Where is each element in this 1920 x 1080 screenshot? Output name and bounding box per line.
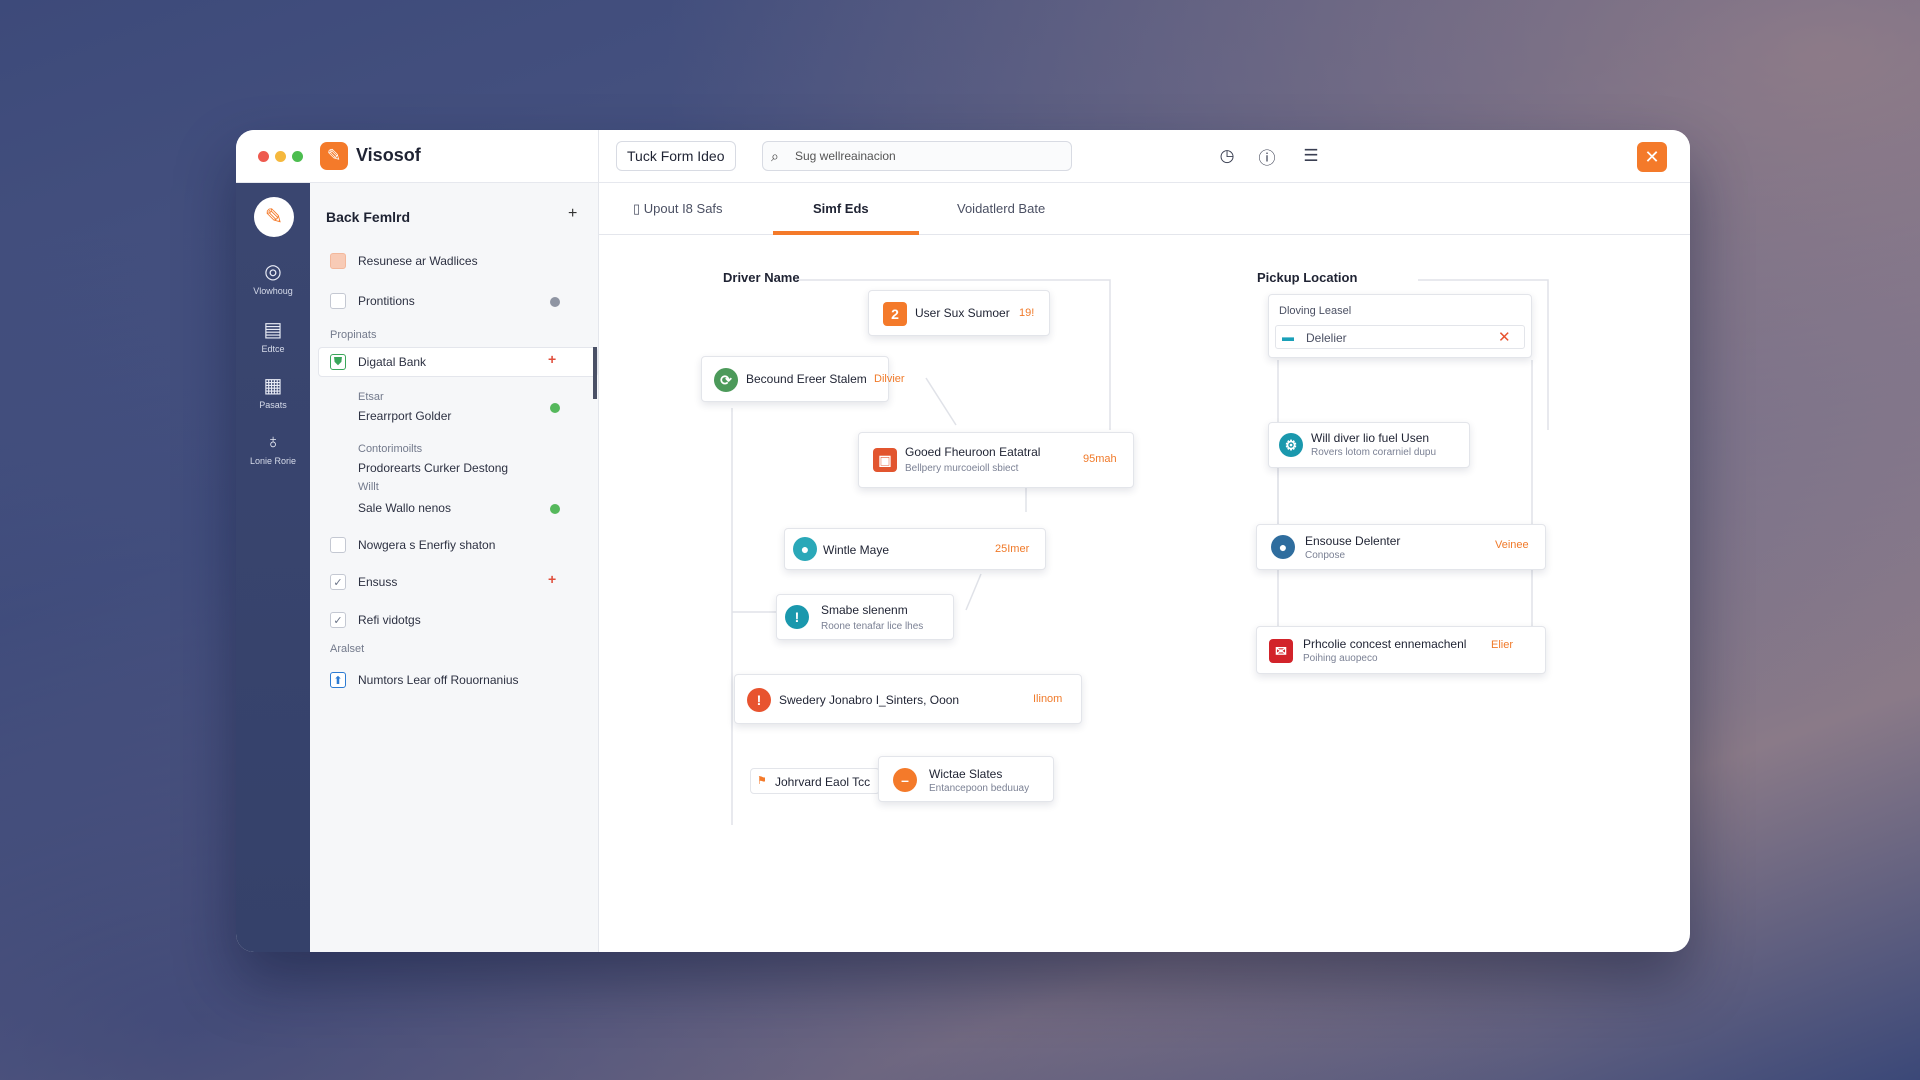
flow-card[interactable]: ▣ Gooed Fheuroon Eatatral Bellpery murco… bbox=[858, 432, 1134, 488]
user-icon: 2 bbox=[883, 302, 907, 326]
clear-icon[interactable]: ✕ bbox=[1498, 328, 1511, 346]
person-icon: ● bbox=[1271, 535, 1295, 559]
bus-icon: ▬ bbox=[1282, 330, 1294, 344]
app-window: ✎ Visosof Tuck Form Ideo ⌕ ◷ ⓘ ☰ ✕ ✎ ◎ V… bbox=[236, 130, 1690, 952]
flow-card[interactable]: ✉ Prhcolie concest ennemachenl Poihing a… bbox=[1256, 626, 1546, 674]
flow-card[interactable]: ! Smabe slenenm Roone tenafar lice lhes bbox=[776, 594, 954, 640]
flow-card[interactable]: 2 User Sux Sumoer 19! bbox=[868, 290, 1050, 336]
image-icon: ▣ bbox=[873, 448, 897, 472]
flow-card[interactable]: – Wictae Slates Entancepoon beduuay bbox=[878, 756, 1054, 802]
alert-icon: ! bbox=[785, 605, 809, 629]
refresh-icon: ⟳ bbox=[714, 368, 738, 392]
tag-icon: ⚑ bbox=[757, 775, 767, 787]
warning-icon: ! bbox=[747, 688, 771, 712]
column-title-driver: Driver Name bbox=[723, 270, 800, 285]
location-field[interactable]: ▬ Delelier ✕ bbox=[1275, 325, 1525, 349]
minus-circle-icon: – bbox=[893, 768, 917, 792]
location-pin-icon: ● bbox=[793, 537, 817, 561]
flow-card[interactable]: ● Ensouse Delenter Conpose Veinee bbox=[1256, 524, 1546, 570]
flow-card[interactable]: ⚑ Johrvard Eaol Tcc bbox=[750, 768, 880, 794]
flow-card[interactable]: ● Wintle Maye 25Imer bbox=[784, 528, 1046, 570]
flow-card[interactable]: Dloving Leasel ▬ Delelier ✕ bbox=[1268, 294, 1532, 358]
flow-card[interactable]: ⟳ Becound Ereer Stalem Dilvier bbox=[701, 356, 905, 402]
column-title-pickup: Pickup Location bbox=[1257, 270, 1358, 285]
flow-card[interactable]: ! Swedery Jonabro I_Sinters, Ooon Ilinom bbox=[734, 674, 1082, 724]
mail-icon: ✉ bbox=[1269, 639, 1293, 663]
flow-card[interactable]: ⚙ Will diver lio fuel Usen Rovers lotom … bbox=[1268, 422, 1470, 468]
settings-icon: ⚙ bbox=[1279, 433, 1303, 457]
